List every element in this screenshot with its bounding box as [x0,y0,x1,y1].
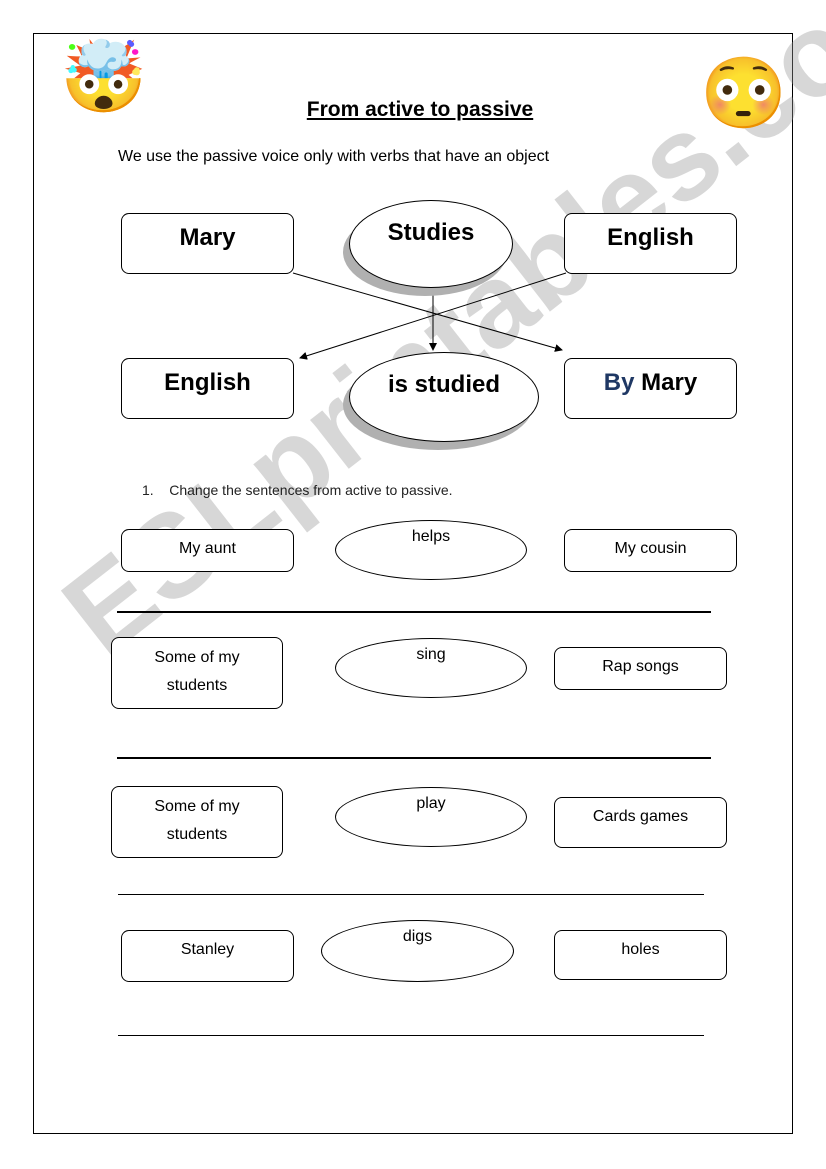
exercise-3-verb-ellipse: play [335,787,527,847]
answer-line-2[interactable] [117,757,711,759]
exercise-2-object-box: Rap songs [554,647,727,690]
active-verb-ellipse: Studies [349,200,513,288]
passive-subject: English [164,369,251,396]
answer-line-1[interactable] [117,611,711,613]
passive-subject-box: English [121,358,294,419]
instruction: 1. Change the sentences from active to p… [142,482,453,498]
passive-agent-box: By Mary [564,358,737,419]
exercise-3-object-box: Cards games [554,797,727,848]
answer-line-4[interactable] [118,1035,704,1036]
active-subject: Mary [179,224,236,251]
exercise-2-subject-line1: Some of my [154,649,240,666]
active-object-box: English [564,213,737,274]
exercise-3-subject-box: Some of my students [111,786,283,858]
instruction-number: 1. [142,482,154,498]
exercise-4-subject-box: Stanley [121,930,294,982]
exercise-3-object: Cards games [592,808,689,825]
exercise-3-verb: play [416,795,446,812]
exercise-3-subject: Some of my students [154,793,239,849]
active-object: English [607,224,694,251]
diagram-arrows [292,272,567,360]
instruction-text: Change the sentences from active to pass… [169,482,453,498]
passive-verb: is studied [387,371,501,398]
exercise-1-subject-box: My aunt [121,529,294,572]
exercise-2-object: Rap songs [602,658,679,675]
exercise-1-verb-ellipse: helps [335,520,527,580]
exercise-3-subject-line1: Some of my [154,798,240,815]
exercise-2-subject-line2: students [166,677,228,694]
exercise-4-object: holes [621,941,660,958]
exercise-4-verb: digs [402,928,433,945]
exercise-4-verb-ellipse: digs [321,920,514,982]
exercise-2-verb-ellipse: sing [335,638,527,698]
exercise-1-object: My cousin [614,540,687,557]
exercise-4-subject: Stanley [180,941,235,958]
active-verb: Studies [387,219,475,246]
agent-name: Mary [641,369,698,396]
answer-line-3[interactable] [118,894,704,895]
exercise-1-object-box: My cousin [564,529,737,572]
exercise-1-verb: helps [411,528,451,545]
agent-prefix: By [603,369,635,396]
exercise-4-object-box: holes [554,930,727,980]
active-subject-box: Mary [121,213,294,274]
passive-verb-ellipse: is studied [349,352,539,442]
exercise-3-subject-line2: students [166,826,228,843]
exercise-2-subject-box: Some of my students [111,637,283,709]
exercise-2-subject: Some of my students [154,644,239,700]
passive-agent: By Mary [604,369,697,397]
exercise-1-subject: My aunt [179,540,236,557]
exercise-2-verb: sing [416,646,446,663]
